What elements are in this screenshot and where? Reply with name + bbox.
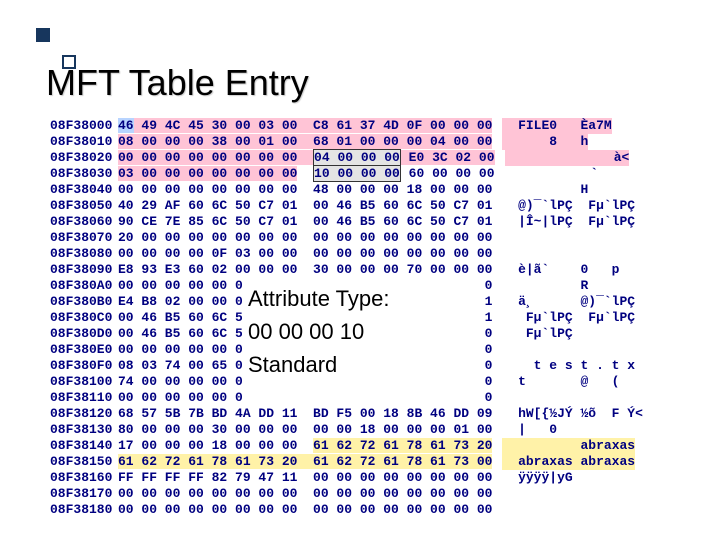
hex-ascii: hW[{½JÝ ½õ F Ý< bbox=[502, 406, 642, 422]
hex-bytes: 68 57 5B 7B BD 4A DD 11 BD F5 00 18 8B 4… bbox=[118, 406, 492, 422]
overlay-line-2: 00 00 00 10 bbox=[248, 315, 478, 348]
hex-address: 08F38030 bbox=[50, 166, 118, 182]
hex-bytes: 40 29 AF 60 6C 50 C7 01 00 46 B5 60 6C 5… bbox=[118, 198, 492, 214]
hex-address: 08F38130 bbox=[50, 422, 118, 438]
hex-row: 08F3818000 00 00 00 00 00 00 00 00 00 00… bbox=[50, 502, 696, 518]
hex-bytes: 61 62 72 61 78 61 73 20 61 62 72 61 78 6… bbox=[118, 454, 492, 470]
hex-bytes: 00 00 00 00 00 00 00 00 04 00 00 00 E0 3… bbox=[118, 150, 495, 166]
hex-ascii bbox=[502, 342, 518, 358]
hex-row: 08F3804000 00 00 00 00 00 00 00 48 00 00… bbox=[50, 182, 696, 198]
hex-row: 08F3807020 00 00 00 00 00 00 00 00 00 00… bbox=[50, 230, 696, 246]
hex-bytes: 80 00 00 00 30 00 00 00 00 00 18 00 00 0… bbox=[118, 422, 492, 438]
attribute-overlay: Attribute Type: 00 00 00 10 Standard bbox=[242, 280, 484, 404]
hex-ascii bbox=[502, 390, 518, 406]
hex-ascii: abraxas bbox=[502, 438, 635, 454]
hex-ascii: abraxas abraxas bbox=[502, 454, 635, 470]
hex-address: 08F380A0 bbox=[50, 278, 118, 294]
hex-address: 08F38170 bbox=[50, 486, 118, 502]
hex-ascii: t @ ( bbox=[502, 374, 619, 390]
hex-row: 08F3800046 49 4C 45 30 00 03 00 C8 61 37… bbox=[50, 118, 696, 134]
hex-ascii: H bbox=[502, 182, 588, 198]
hex-row: 08F38090E8 93 E3 60 02 00 00 00 30 00 00… bbox=[50, 262, 696, 278]
hex-bytes: 00 00 00 00 00 00 00 00 00 00 00 00 00 0… bbox=[118, 486, 492, 502]
hex-ascii bbox=[502, 486, 518, 502]
hex-address: 08F380E0 bbox=[50, 342, 118, 358]
overlay-line-3: Standard bbox=[248, 348, 478, 381]
hex-row: 08F3812068 57 5B 7B BD 4A DD 11 BD F5 00… bbox=[50, 406, 696, 422]
hex-bytes: E8 93 E3 60 02 00 00 00 30 00 00 00 70 0… bbox=[118, 262, 492, 278]
hex-address: 08F380D0 bbox=[50, 326, 118, 342]
hex-ascii: @)¯`lPÇ Fµ`lPÇ bbox=[502, 198, 635, 214]
hex-row: 08F3808000 00 00 00 0F 03 00 00 00 00 00… bbox=[50, 246, 696, 262]
hex-ascii: Fµ`lPÇ bbox=[502, 326, 572, 342]
hex-address: 08F38120 bbox=[50, 406, 118, 422]
hex-ascii: |Î~|lPÇ Fµ`lPÇ bbox=[502, 214, 635, 230]
hex-row: 08F3817000 00 00 00 00 00 00 00 00 00 00… bbox=[50, 486, 696, 502]
hex-row: 08F3801008 00 00 00 38 00 01 00 68 01 00… bbox=[50, 134, 696, 150]
hex-row: 08F3803003 00 00 00 00 00 00 00 10 00 00… bbox=[50, 166, 696, 182]
hex-address: 08F38060 bbox=[50, 214, 118, 230]
hex-address: 08F38000 bbox=[50, 118, 118, 134]
hex-row: 08F3813080 00 00 00 30 00 00 00 00 00 18… bbox=[50, 422, 696, 438]
hex-row: 08F3805040 29 AF 60 6C 50 C7 01 00 46 B5… bbox=[50, 198, 696, 214]
hex-bytes: 20 00 00 00 00 00 00 00 00 00 00 00 00 0… bbox=[118, 230, 492, 246]
hex-address: 08F38180 bbox=[50, 502, 118, 518]
hex-ascii bbox=[502, 230, 518, 246]
hex-ascii: ä¸ @)¯`lPÇ bbox=[502, 294, 635, 310]
hex-ascii: R bbox=[502, 278, 588, 294]
hex-address: 08F38090 bbox=[50, 262, 118, 278]
hex-address: 08F38110 bbox=[50, 390, 118, 406]
hex-address: 08F38150 bbox=[50, 454, 118, 470]
hex-bytes: 00 00 00 00 00 00 00 00 00 00 00 00 00 0… bbox=[118, 502, 492, 518]
hex-ascii: | 0 bbox=[502, 422, 557, 438]
hex-bytes: 00 00 00 00 00 00 00 00 48 00 00 00 18 0… bbox=[118, 182, 492, 198]
slide-title: MFT Table Entry bbox=[46, 62, 309, 104]
hex-address: 08F38010 bbox=[50, 134, 118, 150]
hex-address: 08F38070 bbox=[50, 230, 118, 246]
hex-ascii bbox=[502, 246, 518, 262]
hex-row: 08F3814017 00 00 00 18 00 00 00 61 62 72… bbox=[50, 438, 696, 454]
hex-ascii: ÿÿÿÿ|yG bbox=[502, 470, 572, 486]
hex-bytes: 00 00 00 00 0F 03 00 00 00 00 00 00 00 0… bbox=[118, 246, 492, 262]
hex-address: 08F38050 bbox=[50, 198, 118, 214]
hex-ascii: Fµ`lPÇ Fµ`lPÇ bbox=[502, 310, 635, 326]
hex-address: 08F380C0 bbox=[50, 310, 118, 326]
hex-bytes: 08 00 00 00 38 00 01 00 68 01 00 00 00 0… bbox=[118, 134, 492, 150]
hex-address: 08F38040 bbox=[50, 182, 118, 198]
hex-ascii: t e s t . t x bbox=[502, 358, 635, 374]
bullet-square-icon bbox=[36, 28, 50, 42]
hex-ascii: è|ã` 0 p bbox=[502, 262, 619, 278]
hex-address: 08F38020 bbox=[50, 150, 118, 166]
hex-bytes: 03 00 00 00 00 00 00 00 10 00 00 00 60 0… bbox=[118, 166, 495, 182]
hex-address: 08F380F0 bbox=[50, 358, 118, 374]
hex-ascii: FILE0 Èa7M bbox=[502, 118, 611, 134]
hex-row: 08F38160FF FF FF FF 82 79 47 11 00 00 00… bbox=[50, 470, 696, 486]
hex-bytes: 90 CE 7E 85 6C 50 C7 01 00 46 B5 60 6C 5… bbox=[118, 214, 492, 230]
hex-bytes: 46 49 4C 45 30 00 03 00 C8 61 37 4D 0F 0… bbox=[118, 118, 492, 134]
hex-address: 08F38160 bbox=[50, 470, 118, 486]
hex-ascii: à< bbox=[505, 150, 630, 166]
hex-bytes: FF FF FF FF 82 79 47 11 00 00 00 00 00 0… bbox=[118, 470, 492, 486]
hex-ascii bbox=[502, 502, 518, 518]
overlay-line-1: Attribute Type: bbox=[248, 282, 478, 315]
hex-ascii: 8 h bbox=[502, 134, 588, 150]
hex-row: 08F3815061 62 72 61 78 61 73 20 61 62 72… bbox=[50, 454, 696, 470]
hex-address: 08F380B0 bbox=[50, 294, 118, 310]
hex-address: 08F38080 bbox=[50, 246, 118, 262]
hex-bytes: 17 00 00 00 18 00 00 00 61 62 72 61 78 6… bbox=[118, 438, 492, 454]
hex-address: 08F38140 bbox=[50, 438, 118, 454]
hex-row: 08F3806090 CE 7E 85 6C 50 C7 01 00 46 B5… bbox=[50, 214, 696, 230]
hex-ascii: ` bbox=[505, 166, 599, 182]
hex-address: 08F38100 bbox=[50, 374, 118, 390]
hex-row: 08F3802000 00 00 00 00 00 00 00 04 00 00… bbox=[50, 150, 696, 166]
